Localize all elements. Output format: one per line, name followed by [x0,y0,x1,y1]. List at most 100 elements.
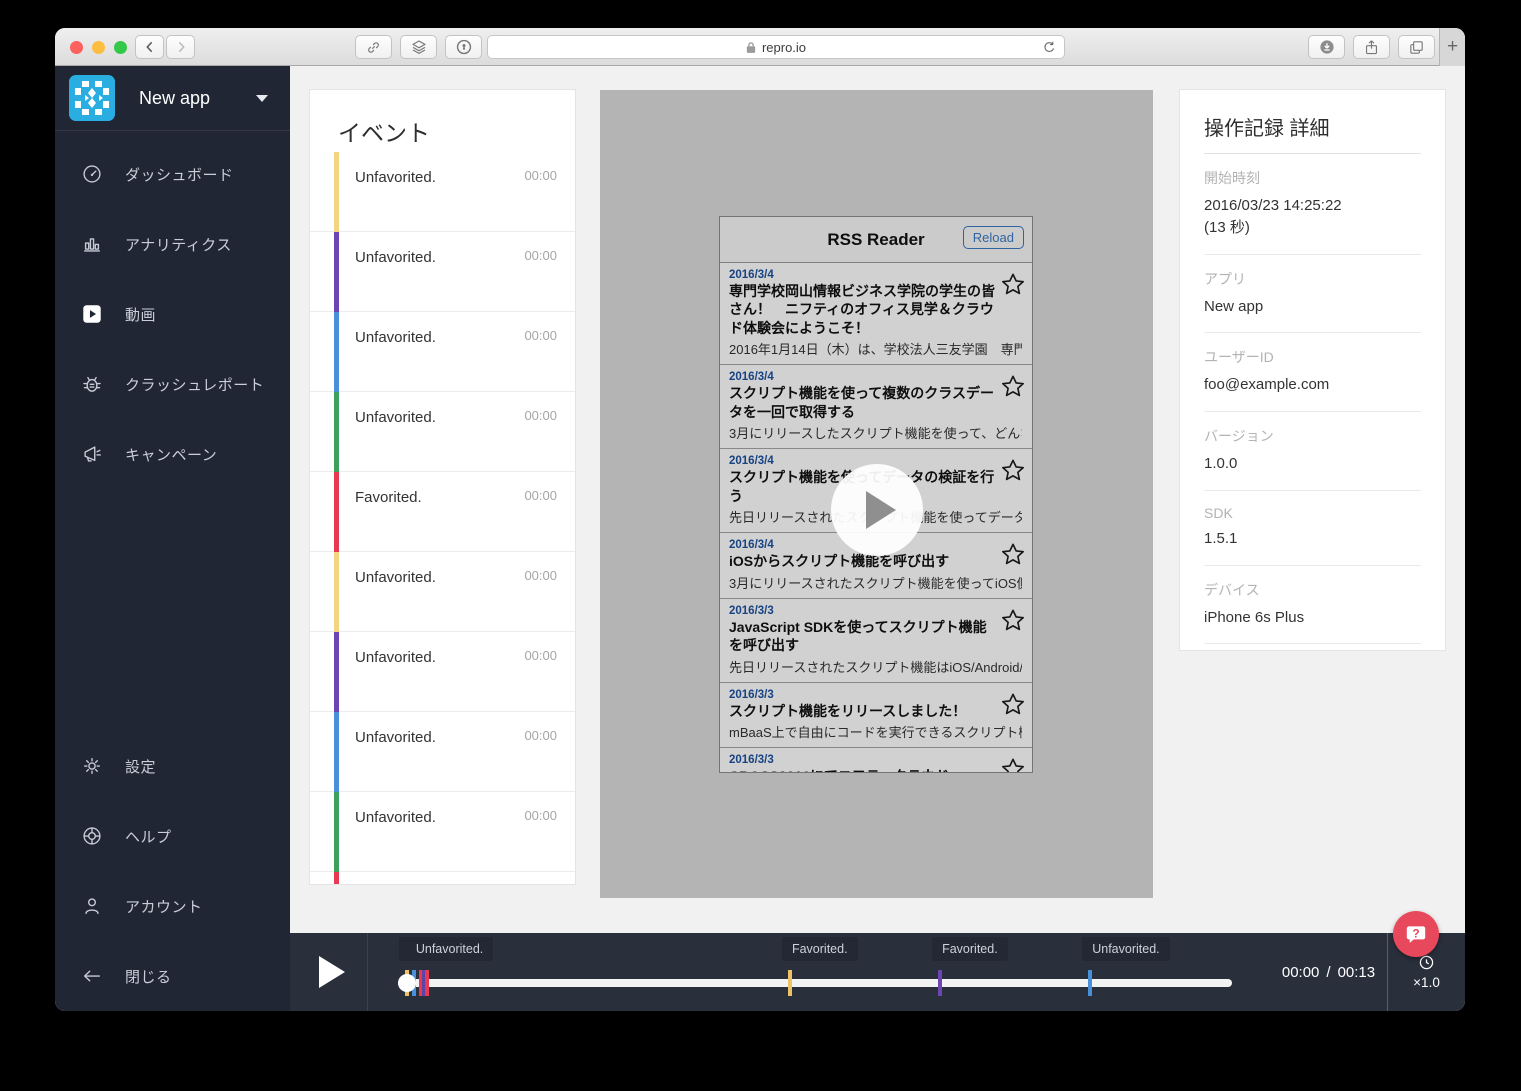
detail-field-value: foo@example.com [1204,376,1330,394]
event-row[interactable]: Unfavorited. 00:00 [310,232,575,312]
share-icon [1365,39,1378,54]
time-total: 00:13 [1337,963,1376,981]
event-time: 00:00 [524,488,557,503]
sidebar-item-account[interactable]: アカウント [55,871,290,941]
time-separator: / [1326,963,1331,981]
keyhole-icon [456,39,471,55]
event-row[interactable]: Unfavorited. 00:00 [310,792,575,872]
link-icon [368,41,379,53]
timeline-scrubber[interactable] [398,974,416,992]
chevron-left-icon [145,41,152,53]
sidebar-item-settings[interactable]: 設定 [55,731,290,801]
play-icon [866,491,896,529]
event-color-bar [334,552,339,632]
detail-field: 開始時刻 2016/03/23 14:25:22 (13 秒) [1204,154,1421,255]
sidebar-item-video[interactable]: 動画 [55,279,290,349]
new-tab-button[interactable]: + [1439,28,1465,66]
back-button[interactable] [135,35,164,59]
star-icon [1002,273,1024,295]
detail-field-value: 2016/03/23 14:25:22 [1204,197,1342,214]
rss-cell: 2016/3/3 JavaScript SDKを使ってスクリプト機能を呼び出す … [720,599,1032,683]
close-window-button[interactable] [70,41,83,54]
sidebar-item-help[interactable]: ヘルプ [55,801,290,871]
person-icon [81,895,103,917]
rss-snippet: 2016年1月14日（木）は、学校法人三友学園 専門学... [729,342,1022,358]
rss-date: 2016/3/4 [729,269,774,281]
chevron-down-icon [256,94,268,102]
zoom-window-button[interactable] [114,41,127,54]
video-play-button[interactable] [831,464,923,556]
playback-bar: U Unfavorited. [290,933,1465,1011]
details-fields: 開始時刻 2016/03/23 14:25:22 (13 秒) アプリ New … [1204,154,1421,650]
sidebar-item-dashboard[interactable]: ダッシュボード [55,139,290,209]
share-button[interactable] [1353,35,1390,59]
playback-play-button[interactable] [290,933,368,1011]
rss-headline: スクリプト機能を使って複数のクラスデータを一回で取得する [729,385,995,420]
timeline[interactable]: U Unfavorited. [398,937,1232,996]
detail-field-value: iPhone 6s Plus [1204,608,1305,626]
event-label: Unfavorited. [355,649,436,666]
event-label: Unfavorited. [355,569,436,586]
link-button[interactable] [355,35,392,59]
detail-field: SDK 1.5.1 [1204,491,1421,566]
event-time: 00:00 [524,248,557,263]
chat-question-icon: ? [1406,926,1426,943]
rss-date: 2016/3/3 [729,604,774,617]
clock-icon [1419,955,1434,970]
detail-field: ユーザーID foo@example.com [1204,333,1421,412]
downloads-button[interactable] [1308,35,1345,59]
event-color-bar [334,872,339,884]
rss-cell: 2016/3/4 スクリプト機能を使って複数のクラスデータを一回で取得する 3月… [720,365,1032,450]
address-bar[interactable]: repro.io [487,35,1065,59]
event-color-bar [334,152,339,232]
detail-field-label: デバイス [1204,581,1260,598]
event-time: 00:00 [524,568,557,583]
event-time: 00:00 [524,328,557,343]
app-logo-icon [69,75,115,121]
megaphone-icon [81,443,103,465]
show-tabs-button[interactable] [1398,35,1435,59]
event-row[interactable]: Favorited. 00:00 [310,472,575,552]
layers-extension-button[interactable] [400,35,437,59]
detail-field-label: SDK [1204,504,1233,521]
star-icon [1002,693,1024,714]
time-current: 00:00 [1281,963,1320,981]
rss-snippet: 3月にリリースされたスクリプト機能を使ってiOS側か... [729,575,1022,591]
event-row[interactable]: Unfavorited. 00:00 [310,632,575,712]
details-title: 操作記録 詳細 [1204,90,1421,154]
tabs-icon [1410,40,1423,54]
event-row[interactable]: Unfavorited. 00:00 [310,312,575,392]
star-icon [1002,375,1024,397]
sidebar-item-close[interactable]: 閉じる [55,941,290,1011]
event-label: Unfavorited. [355,809,436,826]
password-manager-button[interactable] [445,35,482,59]
sidebar-footer-nav: 設定 ヘルプ アカウント 閉じる [55,731,290,1011]
sidebar-item-analytics[interactable]: アナリティクス [55,209,290,279]
detail-field-label: ユーザーID [1204,349,1274,366]
event-time: 00:00 [524,808,557,823]
event-label: Unfavorited. [355,729,436,746]
event-color-bar [334,632,339,712]
timeline-marker-tooltip: Favorited. [932,937,1008,961]
forward-button[interactable] [166,35,195,59]
event-row[interactable]: Unfavorited. 00:00 [310,152,575,232]
sidebar-item-crash-report[interactable]: クラッシュレポート [55,349,290,419]
event-label: Unfavorited. [355,329,436,346]
events-title: イベント [338,120,430,146]
event-row[interactable]: Unfavorited. 00:00 [310,712,575,792]
event-row[interactable]: Unfavorited. 00:00 [310,552,575,632]
event-row[interactable] [310,872,575,884]
reload-button[interactable] [1042,40,1057,58]
rss-date: 2016/3/3 [729,754,774,767]
app-name: New app [139,87,211,108]
star-icon [1002,459,1024,481]
app-switcher[interactable]: New app [55,66,290,131]
help-chat-button[interactable]: ? [1393,911,1439,957]
minimize-window-button[interactable] [92,41,105,54]
star-icon [1002,543,1024,565]
event-label: Unfavorited. [355,409,436,426]
detail-field: アプリ New app [1204,255,1421,334]
event-row[interactable]: Unfavorited. 00:00 [310,392,575,472]
event-time: 00:00 [524,408,557,423]
sidebar-item-campaign[interactable]: キャンペーン [55,419,290,489]
